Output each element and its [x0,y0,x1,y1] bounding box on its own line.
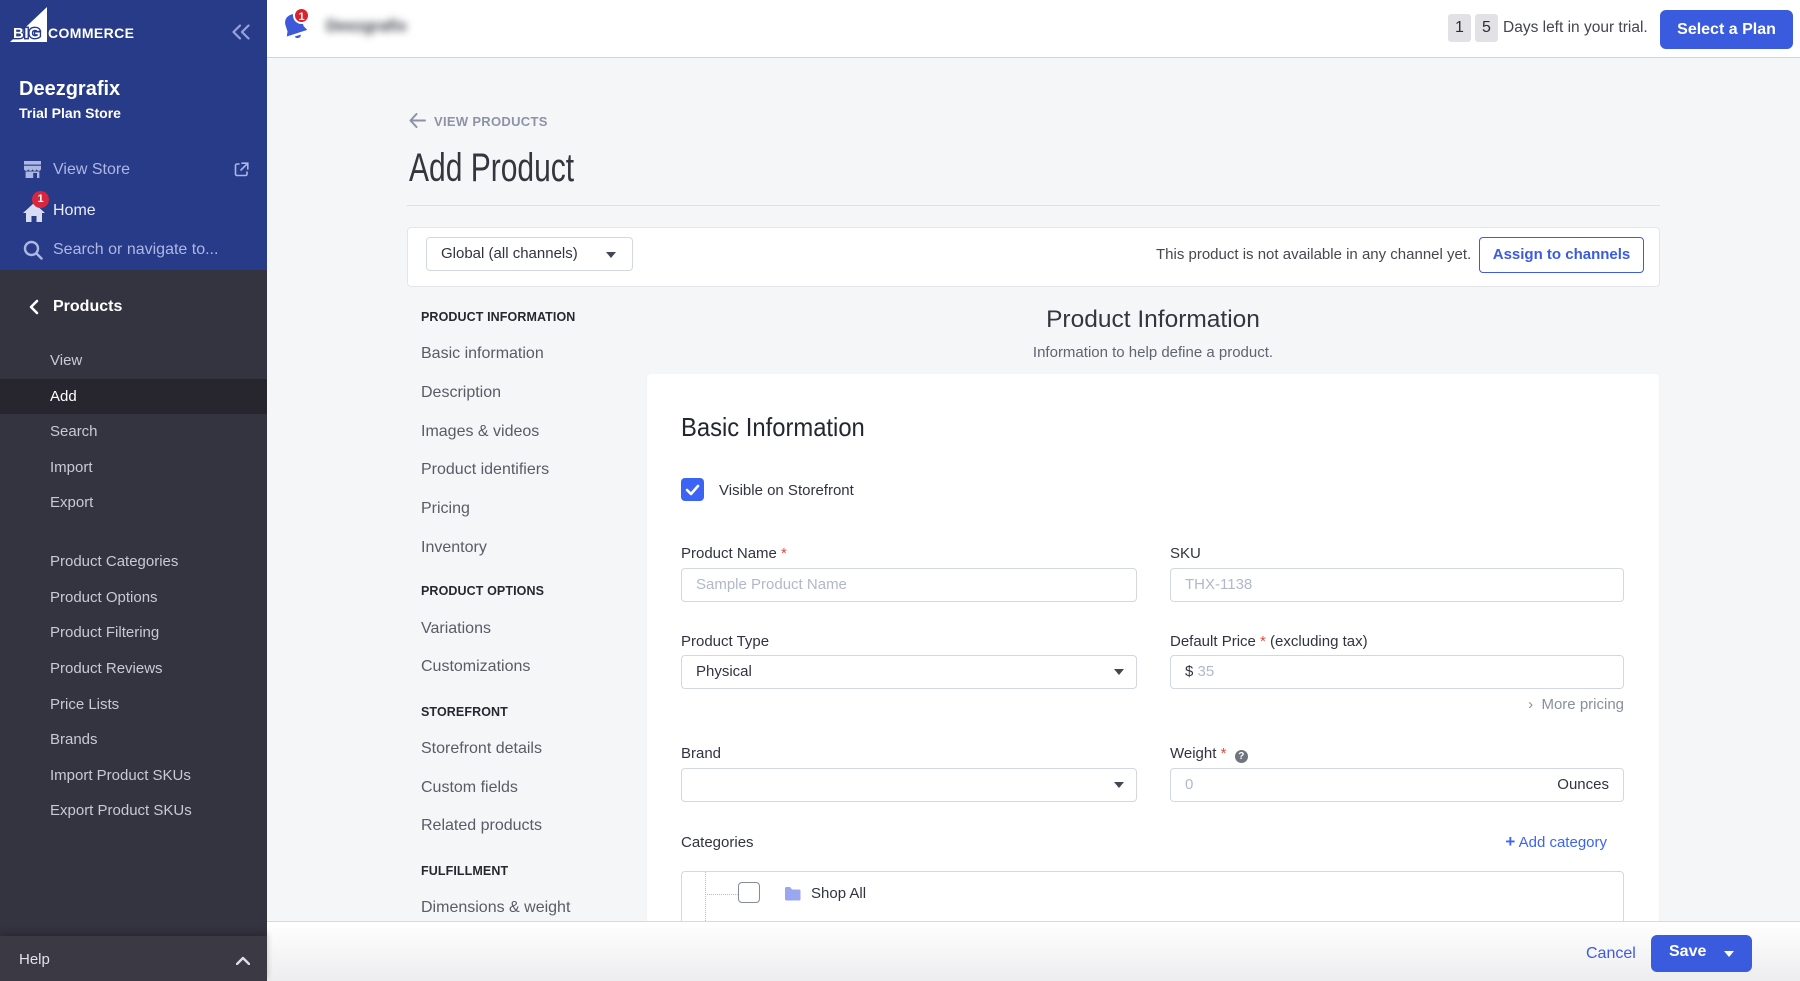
svg-text:BIG: BIG [13,25,41,42]
svg-text:COMMERCE: COMMERCE [48,25,134,41]
